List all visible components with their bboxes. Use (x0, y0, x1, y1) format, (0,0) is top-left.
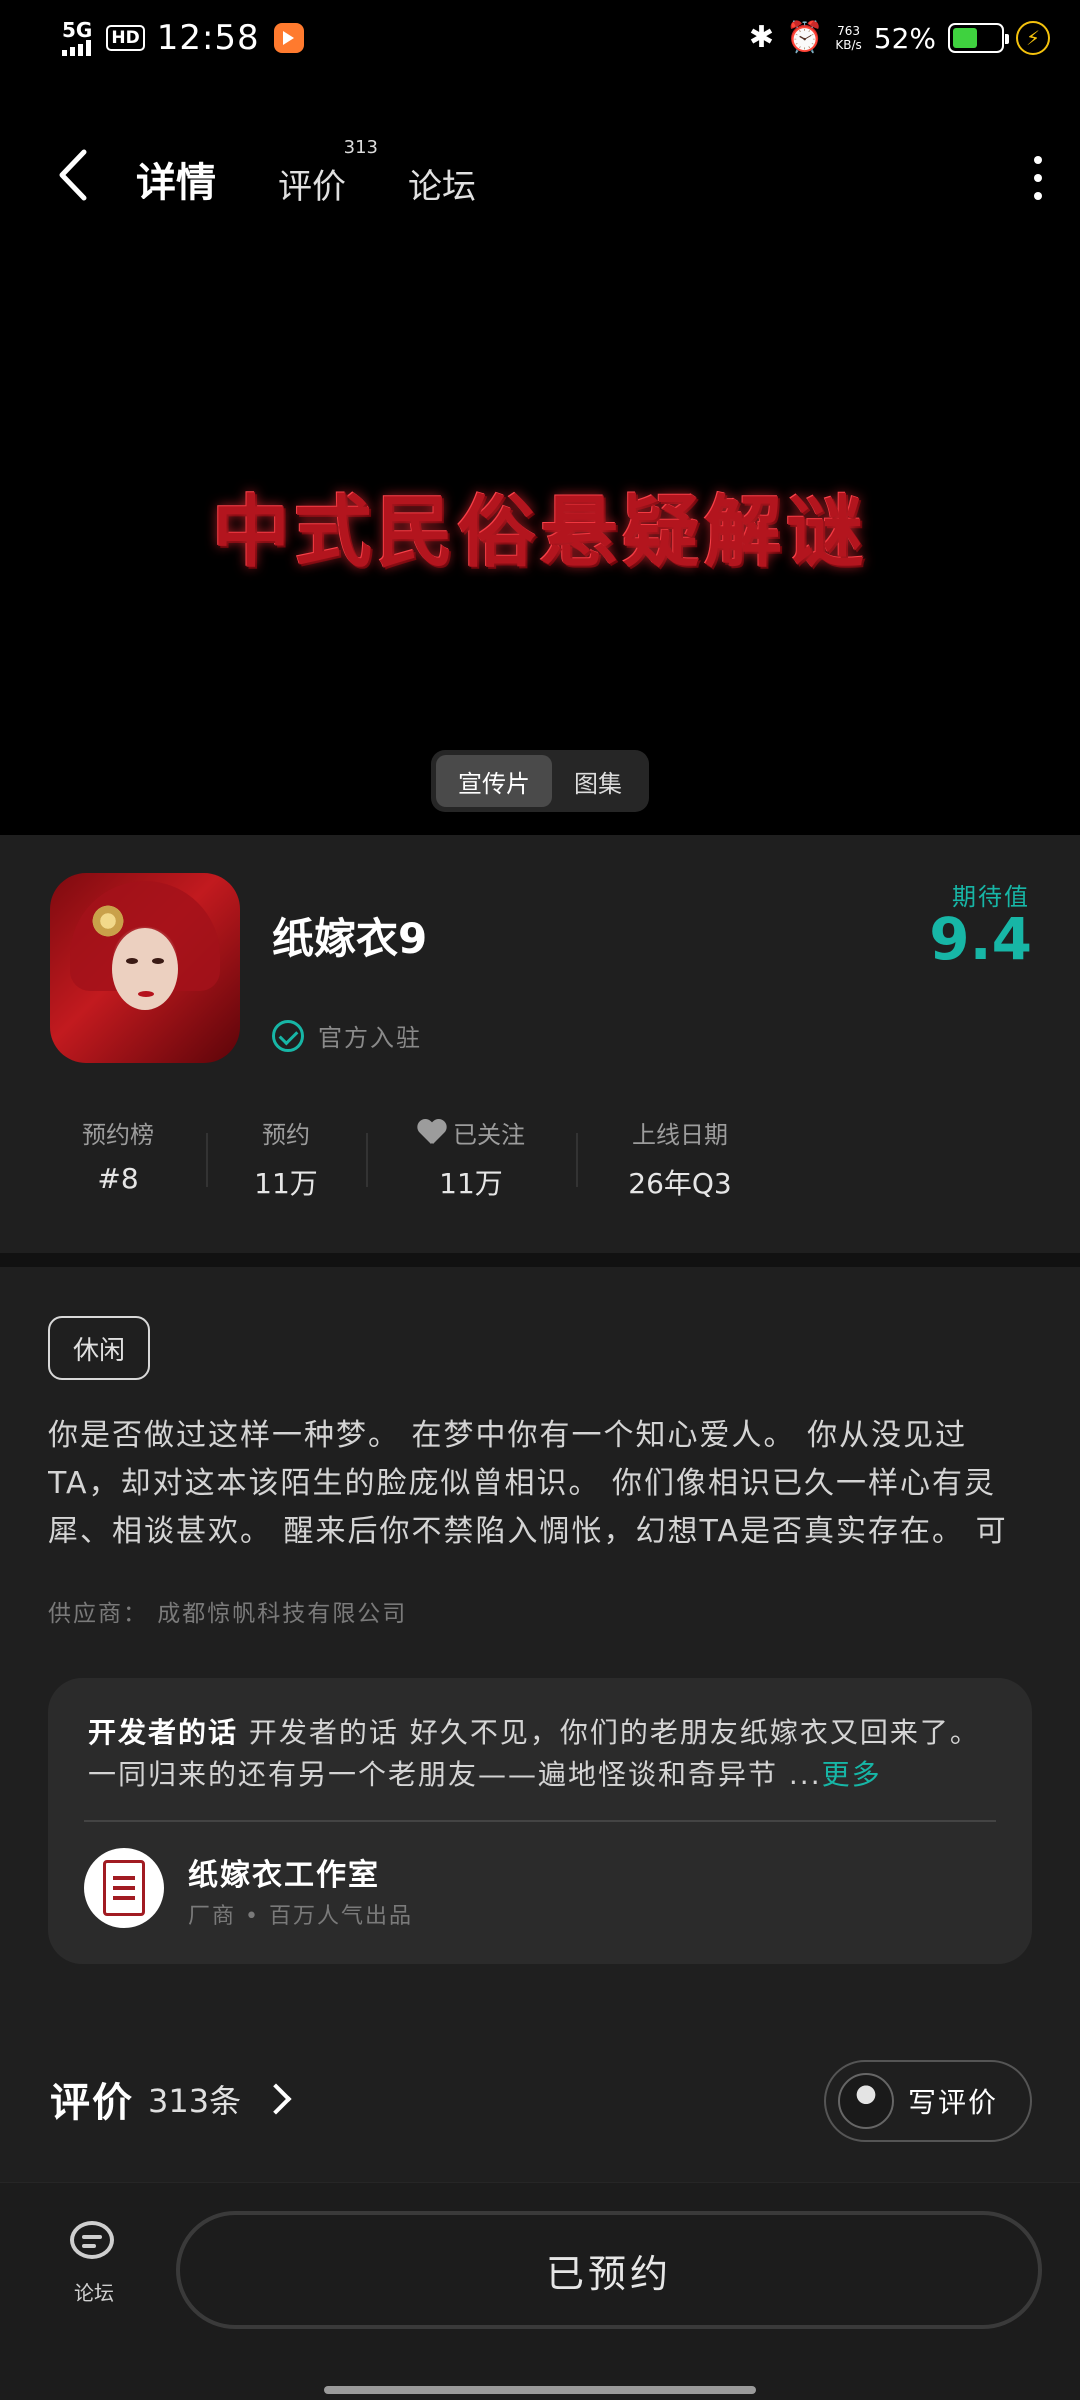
user-avatar (838, 2073, 894, 2129)
stat-label: 已关注 (453, 1121, 525, 1149)
back-icon[interactable] (50, 140, 100, 210)
tab-reviews-count: 313 (343, 137, 378, 158)
network-type: 5G (62, 18, 93, 42)
charging-icon: ⚡ (1016, 21, 1050, 55)
battery-icon (948, 23, 1009, 53)
signal-icon (62, 40, 91, 56)
more-link[interactable]: 更多 (822, 1758, 882, 1791)
studio-subtitle: 厂商 • 百万人气出品 (188, 1904, 413, 1929)
studio-name[interactable]: 纸嫁衣工作室 (188, 1850, 380, 1894)
stat-value: 11万 (439, 1167, 503, 1200)
stats-row: 预约榜 #8 预约 11万 已关注 11万 上线日期 26年Q3 (0, 1115, 1080, 1215)
network-speed: 763 KB/s (835, 24, 861, 52)
verified-check-icon (272, 1019, 304, 1052)
status-left: 5G HD 12:58 (62, 18, 304, 58)
supplier-info: 供应商： 成都惊帆科技有限公司 (48, 1601, 408, 1627)
stat-reservations: 预约 11万 (236, 1115, 336, 1202)
tab-details[interactable]: 详情 (130, 150, 222, 214)
developer-note: 开发者的话 开发者的话 好久不见，你们的老朋友纸嫁衣又回来了。 一同归来的还有另… (88, 1712, 998, 1796)
write-review-label: 写评价 (908, 2086, 999, 2119)
status-right: ✱ ⏰ 763 KB/s 52% ⚡ (749, 18, 1050, 58)
stat-followers[interactable]: 已关注 11万 (400, 1115, 542, 1202)
alarm-icon: ⏰ (786, 20, 824, 55)
clock: 12:58 (156, 18, 260, 58)
heart-icon (417, 1120, 447, 1146)
developer-note-card[interactable]: 开发者的话 开发者的话 好久不见，你们的老朋友纸嫁衣又回来了。 一同归来的还有另… (48, 1678, 1032, 1964)
tab-reviews-label: 评价 (278, 167, 346, 207)
forum-label: 论坛 (74, 2281, 114, 2305)
bluetooth-icon: ✱ (748, 20, 774, 55)
divider (84, 1820, 996, 1822)
official-label: 官方入驻 (318, 1024, 422, 1052)
stat-reserve-rank[interactable]: 预约榜 #8 (60, 1115, 176, 1195)
stat-label-row: 已关注 (400, 1115, 542, 1150)
tab-reviews[interactable]: 评价 313 (272, 137, 378, 214)
game-name: 纸嫁衣9 (272, 914, 428, 963)
promo-video[interactable]: 详情 评价 313 论坛 中式民俗悬疑解谜 宣传片 图集 (0, 80, 1080, 835)
divider (576, 1133, 578, 1187)
game-icon (50, 873, 240, 1063)
stat-value: 26年Q3 (628, 1167, 732, 1200)
forum-button[interactable]: 论坛 (54, 2219, 134, 2306)
forum-chat-icon (66, 2219, 122, 2269)
hd-badge: HD (106, 25, 145, 51)
write-review-button[interactable]: 写评价 (824, 2060, 1032, 2142)
game-info: 纸嫁衣9 官方入驻 期待值 9.4 预约榜 #8 预约 11万 已关注 11万 … (0, 835, 1080, 1253)
chevron-right-icon (260, 2083, 292, 2115)
network-speed-value: 763 (837, 24, 861, 38)
reserved-button[interactable]: 已预约 (176, 2211, 1042, 2329)
battery-level (953, 28, 977, 48)
stat-value: 11万 (254, 1167, 318, 1200)
stat-release-date: 上线日期 26年Q3 (610, 1115, 750, 1202)
reviews-count: 313条 (148, 2082, 242, 2120)
expectation-score: 9.4 (929, 905, 1032, 973)
tab-forum[interactable]: 论坛 (402, 159, 482, 214)
stat-label: 预约榜 (82, 1121, 154, 1149)
network-speed-unit: KB/s (835, 38, 862, 52)
tab-forum-label: 论坛 (408, 167, 476, 207)
developer-note-heading: 开发者的话 (88, 1716, 239, 1749)
home-indicator[interactable] (324, 2386, 756, 2394)
top-nav: 详情 评价 313 论坛 (0, 120, 1080, 230)
stat-value: #8 (97, 1162, 139, 1195)
tag-casual[interactable]: 休闲 (48, 1316, 150, 1380)
stat-label: 预约 (262, 1121, 310, 1149)
game-description[interactable]: 你是否做过这样一种梦。 在梦中你有一个知心爱人。 你从没见过TA，却对这本该陌生… (48, 1412, 1032, 1556)
video-title-text: 中式民俗悬疑解谜 (211, 487, 868, 578)
reviews-label: 评价 (50, 2080, 134, 2126)
battery-percent: 52% (873, 21, 936, 55)
studio-logo[interactable] (84, 1848, 164, 1928)
gallery-button[interactable]: 图集 (552, 755, 644, 807)
status-bar: 5G HD 12:58 ✱ ⏰ 763 KB/s 52% ⚡ (0, 0, 1080, 80)
bottom-action-bar: 论坛 已预约 (0, 2182, 1080, 2400)
stat-label: 上线日期 (632, 1121, 728, 1149)
more-options-icon[interactable] (1028, 148, 1048, 208)
video-app-notification-icon (273, 23, 304, 53)
trailer-button[interactable]: 宣传片 (436, 755, 552, 807)
media-toggle: 宣传片 图集 (431, 750, 649, 812)
divider (206, 1133, 208, 1187)
official-badge: 官方入驻 (272, 1018, 422, 1053)
divider (366, 1133, 368, 1187)
nav-tabs: 详情 评价 313 论坛 (130, 137, 482, 214)
network-indicator: 5G (62, 20, 92, 56)
tab-details-label: 详情 (136, 160, 216, 206)
section-divider (0, 1253, 1080, 1267)
reviews-header[interactable]: 评价 313条 (50, 2070, 292, 2128)
